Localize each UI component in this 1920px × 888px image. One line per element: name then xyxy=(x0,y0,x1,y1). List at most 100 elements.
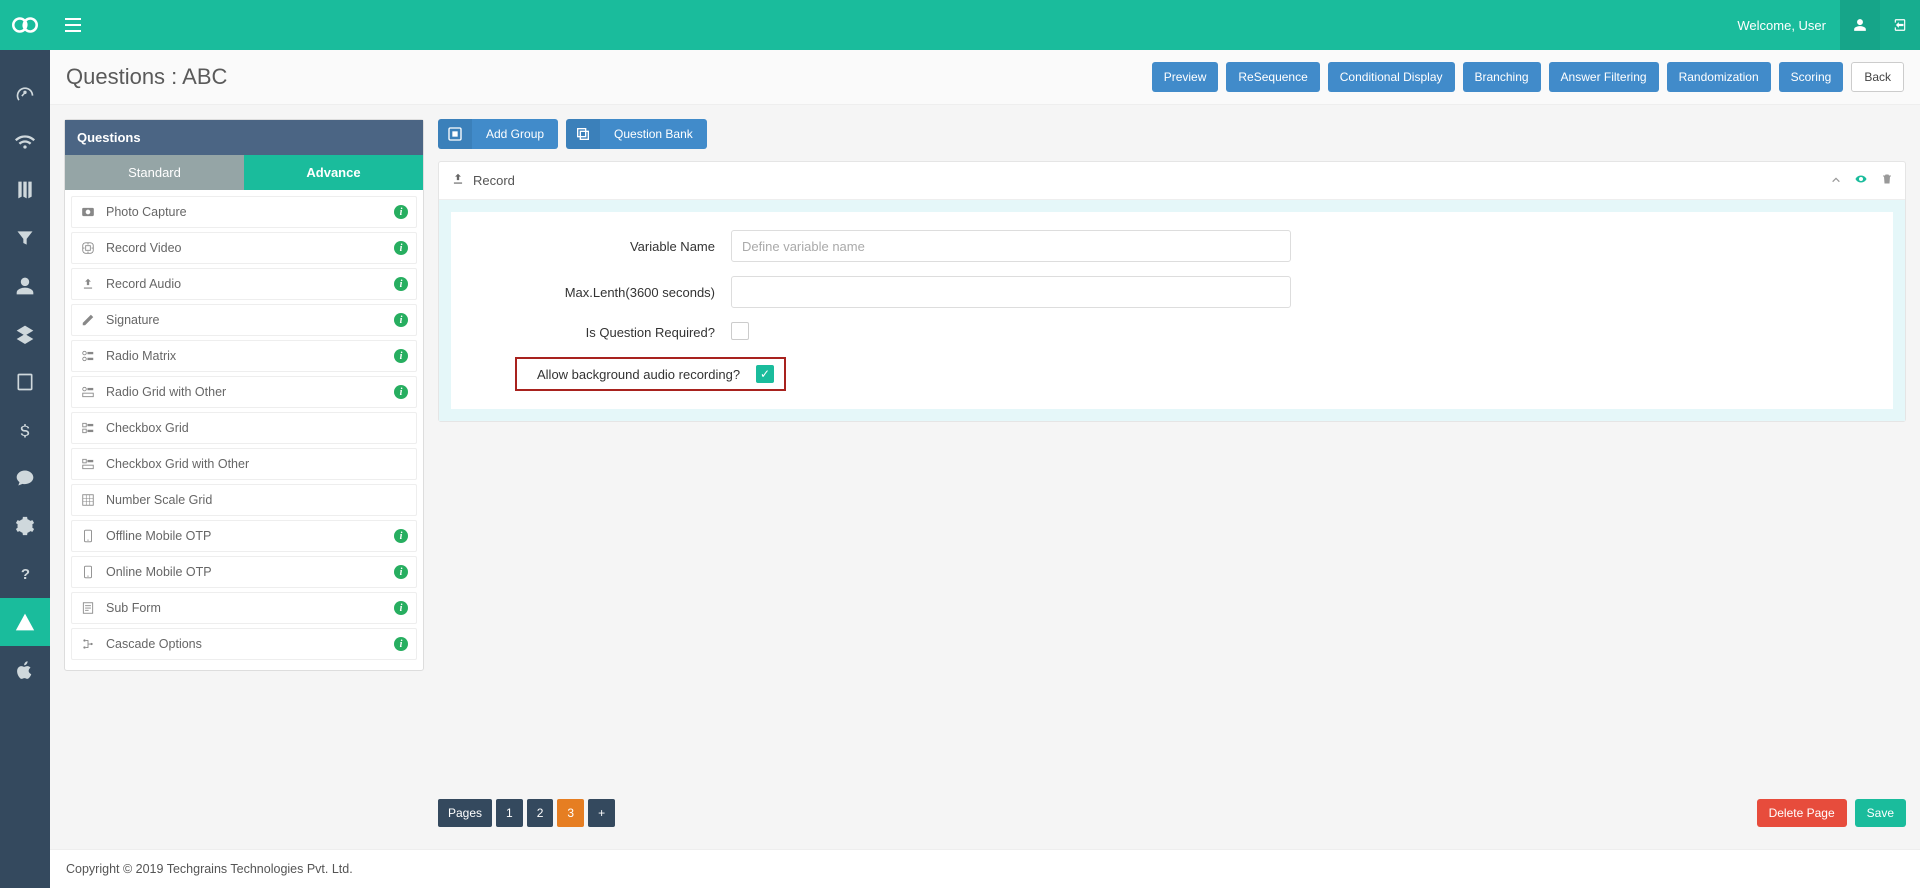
nav-library[interactable] xyxy=(0,166,50,214)
nav-apple[interactable] xyxy=(0,646,50,694)
question-type-label: Radio Matrix xyxy=(106,349,176,363)
wifi-icon xyxy=(15,132,35,152)
question-bank-button[interactable]: Question Bank xyxy=(566,119,707,149)
apple-icon xyxy=(15,660,35,680)
nav-chat[interactable] xyxy=(0,454,50,502)
question-type-item[interactable]: Checkbox Grid with Other xyxy=(71,448,417,480)
question-type-label: Record Video xyxy=(106,241,182,255)
nav-filter[interactable] xyxy=(0,214,50,262)
info-icon[interactable]: i xyxy=(394,529,408,543)
question-type-item[interactable]: Number Scale Grid xyxy=(71,484,417,516)
label-variable-name: Variable Name xyxy=(471,239,731,254)
info-icon[interactable]: i xyxy=(394,313,408,327)
info-icon[interactable]: i xyxy=(394,385,408,399)
save-button[interactable]: Save xyxy=(1855,799,1906,827)
card-title-row: Record xyxy=(451,172,515,189)
nav-pricing[interactable] xyxy=(0,406,50,454)
scoring-button[interactable]: Scoring xyxy=(1779,62,1844,92)
dollar-icon xyxy=(15,420,35,440)
visibility-toggle[interactable] xyxy=(1853,173,1869,188)
randomization-button[interactable]: Randomization xyxy=(1667,62,1771,92)
question-type-item[interactable]: Checkbox Grid xyxy=(71,412,417,444)
app-logo[interactable] xyxy=(0,0,50,50)
chat-icon xyxy=(15,468,35,488)
question-type-icon xyxy=(80,636,96,652)
question-type-item[interactable]: Offline Mobile OTP i xyxy=(71,520,417,552)
resequence-button[interactable]: ReSequence xyxy=(1226,62,1319,92)
question-type-tabbar: Standard Advance xyxy=(65,155,423,190)
nav-dashboard[interactable] xyxy=(0,70,50,118)
alert-icon xyxy=(15,612,35,632)
page-add[interactable]: + xyxy=(588,799,615,827)
nav-settings[interactable] xyxy=(0,502,50,550)
user-icon xyxy=(1853,18,1867,32)
question-type-icon xyxy=(80,528,96,544)
info-icon[interactable]: i xyxy=(394,601,408,615)
header-actions: Preview ReSequence Conditional Display B… xyxy=(1152,62,1904,92)
question-type-label: Online Mobile OTP xyxy=(106,565,212,579)
page-1[interactable]: 1 xyxy=(496,799,523,827)
input-variable-name[interactable] xyxy=(731,230,1291,262)
preview-button[interactable]: Preview xyxy=(1152,62,1219,92)
info-icon[interactable]: i xyxy=(394,637,408,651)
question-type-icon xyxy=(80,456,96,472)
back-button[interactable]: Back xyxy=(1851,62,1904,92)
question-type-item[interactable]: Signaturei xyxy=(71,304,417,336)
nav-wifi[interactable] xyxy=(0,118,50,166)
page-title: Questions : ABC xyxy=(66,64,227,90)
question-type-label: Checkbox Grid xyxy=(106,421,189,435)
copy-icon xyxy=(566,119,600,149)
tab-standard[interactable]: Standard xyxy=(65,155,244,190)
input-max-length[interactable] xyxy=(731,276,1291,308)
footer-copyright: Copyright © 2019 Techgrains Technologies… xyxy=(50,849,1920,888)
question-icon: ? xyxy=(15,564,35,584)
nav-help[interactable]: ? xyxy=(0,550,50,598)
question-type-label: Record Audio xyxy=(106,277,181,291)
checkbox-required[interactable] xyxy=(731,322,749,340)
workspace-toolbar: Add Group Question Bank xyxy=(438,119,1906,149)
logout-icon xyxy=(1893,18,1907,32)
info-icon[interactable]: i xyxy=(394,205,408,219)
add-group-label: Add Group xyxy=(482,127,558,141)
collapse-toggle[interactable] xyxy=(1831,173,1841,188)
delete-card-button[interactable] xyxy=(1881,172,1893,189)
question-type-item[interactable]: Record Audio i xyxy=(71,268,417,300)
label-allow-background: Allow background audio recording? xyxy=(537,367,756,382)
tab-advance[interactable]: Advance xyxy=(244,155,423,190)
info-icon[interactable]: i xyxy=(394,241,408,255)
checkbox-allow-background[interactable]: ✓ xyxy=(756,365,774,383)
nav-alert[interactable] xyxy=(0,598,50,646)
nav-users[interactable] xyxy=(0,262,50,310)
question-type-label: Cascade Options xyxy=(106,637,202,651)
nav-tablet[interactable] xyxy=(0,358,50,406)
question-type-label: Offline Mobile OTP xyxy=(106,529,211,543)
conditional-display-button[interactable]: Conditional Display xyxy=(1328,62,1455,92)
bottom-bar: Pages 1 2 3 + Delete Page Save xyxy=(438,795,1906,835)
branching-button[interactable]: Branching xyxy=(1463,62,1541,92)
menu-toggle-icon[interactable] xyxy=(58,18,88,32)
question-type-item[interactable]: Sub Formi xyxy=(71,592,417,624)
question-type-item[interactable]: Radio Grid with Otheri xyxy=(71,376,417,408)
page-2[interactable]: 2 xyxy=(527,799,554,827)
user-menu[interactable] xyxy=(1840,0,1880,50)
info-icon[interactable]: i xyxy=(394,349,408,363)
question-type-icon xyxy=(80,600,96,616)
answer-filtering-button[interactable]: Answer Filtering xyxy=(1549,62,1659,92)
topbar: Welcome, User xyxy=(0,0,1920,50)
question-type-item[interactable]: Cascade Options i xyxy=(71,628,417,660)
question-type-item[interactable]: Photo Capturei xyxy=(71,196,417,228)
info-icon[interactable]: i xyxy=(394,565,408,579)
question-type-icon xyxy=(80,276,96,292)
question-type-item[interactable]: Record Video i xyxy=(71,232,417,264)
page-header: Questions : ABC Preview ReSequence Condi… xyxy=(50,50,1920,105)
question-type-icon xyxy=(80,492,96,508)
question-type-item[interactable]: Online Mobile OTP i xyxy=(71,556,417,588)
logo-icon xyxy=(12,16,38,34)
add-group-button[interactable]: Add Group xyxy=(438,119,558,149)
page-3[interactable]: 3 xyxy=(557,799,584,827)
info-icon[interactable]: i xyxy=(394,277,408,291)
question-type-item[interactable]: Radio Matrix i xyxy=(71,340,417,372)
logout-button[interactable] xyxy=(1880,0,1920,50)
delete-page-button[interactable]: Delete Page xyxy=(1757,799,1847,827)
nav-layers[interactable] xyxy=(0,310,50,358)
